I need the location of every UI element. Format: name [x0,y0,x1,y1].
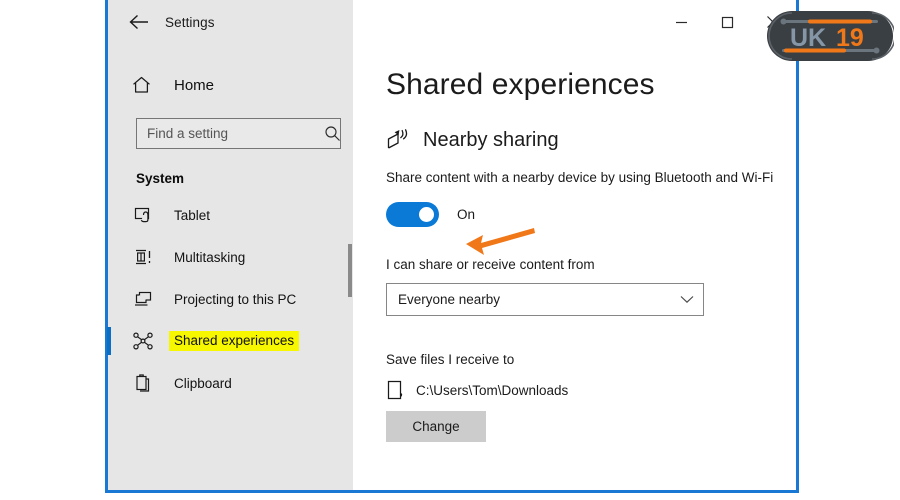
title-bar-left: Settings [108,0,353,44]
toggle-state-label: On [457,207,475,222]
page-title: Shared experiences [386,68,796,102]
settings-window: Settings [105,0,799,493]
toggle-knob [419,207,434,222]
sidebar-section-header: System [136,171,353,186]
sidebar-item-clipboard[interactable]: Clipboard [108,362,353,404]
folder-icon [386,379,405,401]
sidebar-scrollbar-thumb[interactable] [348,244,352,297]
share-from-label: I can share or receive content from [386,257,796,272]
logo-watermark: UK 19 [766,9,894,63]
sidebar-item-shared-experiences[interactable]: Shared experiences [108,320,353,362]
nearby-sharing-description: Share content with a nearby device by us… [386,168,786,188]
change-button[interactable]: Change [386,411,486,442]
sidebar-item-home[interactable]: Home [108,65,353,105]
title-bar: Settings [108,0,796,44]
maximize-icon[interactable] [704,0,750,44]
minimize-icon[interactable] [658,0,704,44]
window-title: Settings [165,15,215,30]
search-input[interactable] [137,126,324,141]
search-box[interactable] [136,118,341,149]
sidebar: Home System [108,44,353,490]
sidebar-item-label: Tablet [174,208,210,223]
sidebar-home-label: Home [174,77,214,94]
sidebar-item-projecting[interactable]: Projecting to this PC [108,278,353,320]
sidebar-item-label: Projecting to this PC [174,292,296,307]
sidebar-item-label: Multitasking [174,250,245,265]
title-bar-spacer [353,0,658,44]
nearby-share-icon [386,127,412,153]
projecting-icon [132,290,154,308]
sidebar-nav-list: Tablet Multitasking [108,194,353,404]
nearby-sharing-toggle[interactable] [386,202,439,227]
nearby-sharing-header: Nearby sharing [386,127,796,153]
sidebar-item-label: Shared experiences [169,331,299,351]
save-files-label: Save files I receive to [386,352,796,367]
main-content: Shared experiences Nearby sharing Share … [353,44,796,490]
nearby-sharing-title: Nearby sharing [423,129,559,152]
save-path-value: C:\Users\Tom\Downloads [416,383,568,398]
sidebar-item-multitasking[interactable]: Multitasking [108,236,353,278]
sidebar-item-label: Clipboard [174,376,232,391]
share-nodes-icon [132,332,154,350]
sidebar-scrollbar-track[interactable] [346,44,353,490]
logo-text-primary: UK [790,24,826,52]
share-from-dropdown[interactable]: Everyone nearby [386,283,704,316]
save-path-row: C:\Users\Tom\Downloads [386,379,796,401]
multitasking-icon [132,248,154,266]
logo-text-accent: 19 [836,24,864,52]
share-from-selected-value: Everyone nearby [387,292,671,307]
nearby-sharing-toggle-row: On [386,202,796,227]
clipboard-icon [132,374,154,392]
window-body: Home System [108,44,796,490]
home-icon [130,76,152,94]
search-icon[interactable] [324,125,341,142]
tablet-icon [132,206,154,224]
selection-indicator [107,327,111,355]
chevron-down-icon [671,295,703,304]
sidebar-item-tablet[interactable]: Tablet [108,194,353,236]
back-arrow-icon[interactable] [126,9,152,35]
